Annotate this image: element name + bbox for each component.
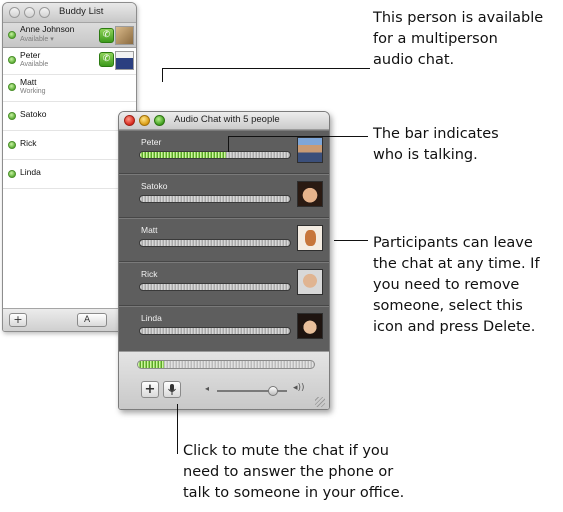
microphone-icon — [168, 384, 176, 395]
buddy-row-linda[interactable]: Linda — [3, 160, 136, 188]
callout-line: This person is available — [373, 10, 544, 26]
my-status-menu[interactable]: Available ▾ — [20, 35, 54, 43]
buddy-list-window: Buddy List Anne Johnson Available ▾ ✆ Pe… — [2, 2, 137, 332]
my-avatar[interactable] — [115, 26, 134, 45]
callout-line: Click to mute the chat if you — [183, 443, 389, 459]
buddy-row-rick[interactable]: Rick — [3, 131, 136, 159]
voice-level-meter — [139, 283, 291, 291]
voice-level-fill — [140, 152, 226, 158]
buddy-name: Linda — [20, 167, 41, 177]
available-status-icon — [8, 83, 16, 91]
audio-chat-window: Audio Chat with 5 people Peter Satoko Ma… — [118, 111, 330, 410]
multiperson-audio-chat-icon[interactable]: ✆ — [99, 52, 114, 67]
microphone-level-fill — [138, 361, 165, 368]
peter-avatar — [115, 51, 134, 70]
volume-low-icon: ◂ — [205, 384, 210, 393]
buddy-row-matt[interactable]: Matt Working — [3, 75, 136, 101]
callout-line: need to answer the phone or — [183, 464, 394, 480]
callout-leader-line — [228, 136, 368, 137]
microphone-level-meter — [137, 360, 315, 369]
callout-leader-line — [162, 68, 163, 82]
available-status-icon — [8, 56, 16, 64]
volume-high-icon: ◂)) — [293, 383, 305, 393]
callout-remove-participant: Participants can leave the chat at any t… — [373, 233, 540, 338]
buddy-name: Matt — [20, 77, 37, 87]
participant-name: Linda — [141, 313, 162, 323]
mute-button[interactable] — [163, 381, 181, 398]
resize-grip[interactable] — [315, 397, 325, 407]
gingerbread-man-icon — [305, 230, 316, 246]
buddy-status: Working — [20, 88, 46, 95]
participants-panel: Peter Satoko Matt Rick Linda — [119, 130, 329, 351]
callout-line: Participants can leave — [373, 235, 533, 251]
voice-level-meter — [139, 195, 291, 203]
buddy-name: Rick — [20, 138, 37, 148]
buddy-name: Peter — [20, 50, 41, 60]
volume-slider-knob[interactable] — [268, 386, 278, 396]
available-status-icon — [8, 141, 16, 149]
minimize-button[interactable] — [139, 115, 150, 126]
participant-row-linda[interactable]: Linda — [119, 306, 329, 350]
buddy-status: Available — [20, 61, 49, 68]
add-buddy-button[interactable]: + — [9, 313, 27, 327]
callout-line: the chat at any time. If — [373, 256, 540, 272]
callout-mute: Click to mute the chat if you need to an… — [183, 441, 404, 504]
callout-line: icon and press Delete. — [373, 319, 536, 335]
close-button[interactable] — [9, 7, 20, 18]
linda-avatar[interactable] — [297, 313, 323, 339]
callout-line: talk to someone in your office. — [183, 485, 405, 501]
peter-avatar[interactable] — [297, 137, 323, 163]
rick-avatar[interactable] — [297, 269, 323, 295]
participant-row-rick[interactable]: Rick — [119, 262, 329, 306]
participant-name: Satoko — [141, 181, 168, 191]
callout-line: someone, select this — [373, 298, 523, 314]
voice-level-meter — [139, 327, 291, 335]
callout-line: audio chat. — [373, 52, 455, 68]
buddy-row-satoko[interactable]: Satoko — [3, 102, 136, 130]
matt-avatar[interactable] — [297, 225, 323, 251]
buddy-list-footer: + A — [3, 308, 136, 331]
minimize-button[interactable] — [24, 7, 35, 18]
text-chat-button[interactable]: A — [77, 313, 107, 327]
callout-line: for a multiperson — [373, 31, 498, 47]
audio-chat-titlebar[interactable]: Audio Chat with 5 people — [119, 112, 329, 130]
participant-row-matt[interactable]: Matt — [119, 218, 329, 262]
available-status-icon — [8, 31, 16, 39]
callout-leader-line — [334, 240, 368, 241]
phone-icon[interactable]: ✆ — [99, 28, 114, 43]
callout-leader-line — [162, 68, 370, 69]
close-button[interactable] — [124, 115, 135, 126]
participant-name: Matt — [141, 225, 158, 235]
buddy-row-peter[interactable]: Peter Available ✆ — [3, 48, 136, 74]
volume-slider[interactable] — [217, 386, 287, 396]
callout-line: The bar indicates — [373, 126, 499, 142]
available-status-icon — [8, 170, 16, 178]
callout-multiperson-audio: This person is available for a multipers… — [373, 8, 543, 71]
add-participant-button[interactable]: + — [141, 381, 159, 398]
participant-name: Rick — [141, 269, 158, 279]
participant-row-satoko[interactable]: Satoko — [119, 174, 329, 218]
participant-name: Peter — [141, 137, 162, 147]
chat-controls: + ◂ ◂)) — [119, 351, 329, 409]
row-divider — [3, 188, 136, 189]
buddy-list-titlebar[interactable]: Buddy List — [3, 3, 136, 23]
callout-leader-line — [177, 404, 178, 454]
my-name: Anne Johnson — [20, 24, 75, 34]
satoko-avatar[interactable] — [297, 181, 323, 207]
callout-talking-bar: The bar indicates who is talking. — [373, 124, 499, 166]
zoom-button[interactable] — [39, 7, 50, 18]
available-status-icon — [8, 112, 16, 120]
voice-level-meter — [139, 151, 291, 159]
window-title: Audio Chat with 5 people — [174, 114, 280, 125]
zoom-button[interactable] — [154, 115, 165, 126]
callout-line: who is talking. — [373, 147, 478, 163]
voice-level-meter — [139, 239, 291, 247]
my-status-bar: Anne Johnson Available ▾ ✆ — [3, 23, 136, 48]
window-title: Buddy List — [59, 6, 104, 17]
callout-leader-line — [228, 136, 229, 152]
callout-line: you need to remove — [373, 277, 520, 293]
buddy-name: Satoko — [20, 109, 47, 119]
